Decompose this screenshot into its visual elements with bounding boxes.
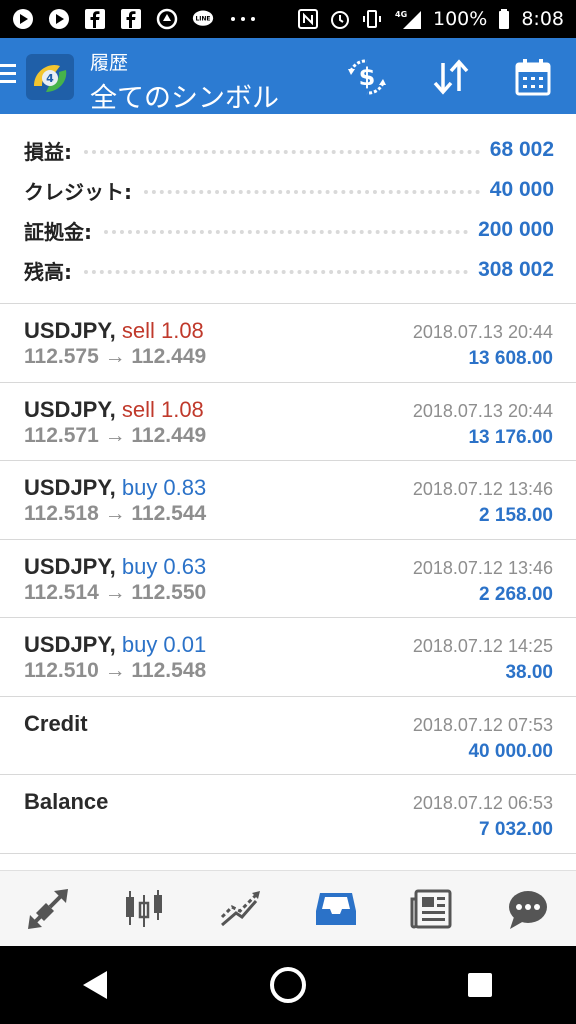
deal-prices: 112.571 → 112.449 [24, 423, 207, 447]
bottom-navigation [0, 870, 576, 946]
sort-icon[interactable] [428, 54, 474, 100]
chat-icon[interactable] [498, 879, 558, 939]
clock: 8:08 [521, 8, 564, 30]
dotted-leader [104, 230, 469, 234]
summary-label: 残高: [24, 259, 72, 284]
deal-prices: 112.518 → 112.544 [24, 502, 207, 525]
summary-row-deposit: 証拠金: 200 000 [24, 210, 554, 250]
history-list: USDJPY, sell 1.08 112.575 → 112.449 2018… [0, 304, 576, 854]
deal-title: USDJPY, buy 0.01 [24, 632, 206, 658]
list-item[interactable]: USDJPY, buy 0.63 112.514 → 112.550 2018.… [0, 540, 576, 618]
deal-profit: 7 032.00 [479, 819, 553, 840]
deal-profit: 2 268.00 [479, 583, 553, 605]
system-navigation-bar [0, 946, 576, 1024]
battery-level: 100% [433, 8, 488, 30]
trade-arrows-icon[interactable] [18, 879, 78, 939]
deal-profit: 40 000.00 [468, 740, 553, 762]
deal-date: 2018.07.12 07:53 [412, 714, 553, 735]
deal-side: buy 0.01 [121, 632, 207, 657]
app-bar: 4 履歴 全てのシンボル $ [0, 38, 576, 114]
line-app-icon: LINE [192, 8, 214, 30]
deal-profit: 13 608.00 [468, 348, 553, 369]
list-item[interactable]: USDJPY, buy 0.01 112.510 → 112.548 2018.… [0, 618, 576, 697]
summary-label: 証拠金: [24, 219, 92, 244]
status-bar: LINE 4G 100% 8:08 [0, 0, 576, 38]
currency-exchange-icon[interactable]: $ [344, 54, 390, 100]
deal-date: 2018.07.12 06:53 [412, 793, 553, 813]
deal-profit: 38.00 [505, 662, 553, 683]
deal-profit: 2 158.00 [479, 505, 553, 526]
svg-text:$: $ [359, 63, 376, 91]
vibrate-icon [361, 8, 383, 30]
deal-date: 2018.07.12 13:46 [412, 557, 553, 578]
deal-title: USDJPY, buy 0.83 [24, 475, 206, 501]
list-item[interactable]: Credit 2018.07.12 07:53 40 000.00 [0, 697, 576, 775]
deal-date: 2018.07.12 13:46 [412, 479, 553, 499]
deal-prices: 112.575 → 112.449 [24, 345, 207, 368]
menu-icon[interactable] [0, 64, 18, 88]
signal-4g-icon: 4G [393, 8, 423, 30]
deal-side: buy 0.83 [121, 475, 207, 500]
deal-date: 2018.07.13 20:44 [412, 322, 553, 342]
deal-side: sell 1.08 [121, 396, 204, 422]
chart-lines-icon[interactable] [210, 879, 270, 939]
account-summary: 損益: 68 002 クレジット: 40 000 証拠金: 200 000 残高… [0, 114, 576, 304]
summary-value: 68 002 [489, 138, 554, 161]
metatrader-logo-icon[interactable]: 4 [24, 52, 76, 102]
svg-text:4G: 4G [395, 10, 407, 19]
summary-value: 200 000 [478, 218, 554, 241]
dotted-leader [84, 150, 480, 154]
facebook-icon [84, 8, 106, 30]
summary-label: 損益: [24, 139, 72, 164]
summary-row-balance: 残高: 308 002 [24, 250, 554, 290]
back-icon[interactable] [66, 955, 126, 1015]
deal-title: USDJPY, sell 1.08 [24, 397, 204, 423]
svg-text:LINE: LINE [196, 17, 211, 23]
calendar-icon[interactable] [510, 54, 556, 100]
list-item[interactable]: USDJPY, sell 1.08 112.571 → 112.449 2018… [0, 383, 576, 461]
deal-title: USDJPY, sell 1.08 [24, 318, 204, 344]
play-circle-icon [48, 8, 70, 30]
deal-profit: 13 176.00 [468, 426, 553, 448]
list-item[interactable]: Balance 2018.07.12 06:53 7 032.00 [0, 775, 576, 854]
deal-symbol: USDJPY, [24, 318, 116, 343]
page-title[interactable]: 全てのシンボル [90, 76, 279, 115]
candlestick-icon[interactable] [114, 879, 174, 939]
news-icon[interactable] [402, 879, 462, 939]
more-notifications-icon [228, 8, 258, 30]
deal-symbol: Balance [24, 789, 109, 814]
summary-row-profit: 損益: 68 002 [24, 130, 554, 170]
inbox-icon[interactable] [306, 879, 366, 939]
recycle-icon [156, 8, 178, 30]
deal-date: 2018.07.13 20:44 [412, 400, 553, 421]
dotted-leader [84, 270, 469, 274]
deal-symbol: USDJPY, [24, 396, 116, 422]
dotted-leader [144, 190, 480, 194]
alarm-icon [329, 8, 351, 30]
deal-side: sell 1.08 [121, 318, 204, 343]
page-subtitle: 履歴 [90, 53, 129, 74]
list-item[interactable]: USDJPY, sell 1.08 112.575 → 112.449 2018… [0, 304, 576, 383]
svg-text:4: 4 [46, 72, 54, 85]
summary-label: クレジット: [24, 179, 132, 204]
deal-title: USDJPY, buy 0.63 [24, 554, 206, 580]
list-item[interactable]: USDJPY, buy 0.83 112.518 → 112.544 2018.… [0, 461, 576, 540]
home-icon[interactable] [258, 955, 318, 1015]
play-circle-icon [12, 8, 34, 30]
deal-prices: 112.510 → 112.548 [24, 659, 207, 682]
recents-icon[interactable] [450, 955, 510, 1015]
summary-row-credit: クレジット: 40 000 [24, 170, 554, 210]
nfc-icon [297, 8, 319, 30]
deal-symbol: USDJPY, [24, 475, 116, 500]
deal-symbol: USDJPY, [24, 632, 116, 657]
deal-symbol: Credit [24, 710, 88, 736]
deal-side: buy 0.63 [121, 553, 207, 579]
deal-symbol: USDJPY, [24, 553, 116, 579]
deal-prices: 112.514 → 112.550 [24, 580, 207, 604]
deal-date: 2018.07.12 14:25 [412, 636, 553, 656]
summary-value: 40 000 [489, 178, 554, 201]
battery-icon [497, 8, 511, 30]
summary-value: 308 002 [478, 258, 554, 281]
facebook-icon [120, 8, 142, 30]
